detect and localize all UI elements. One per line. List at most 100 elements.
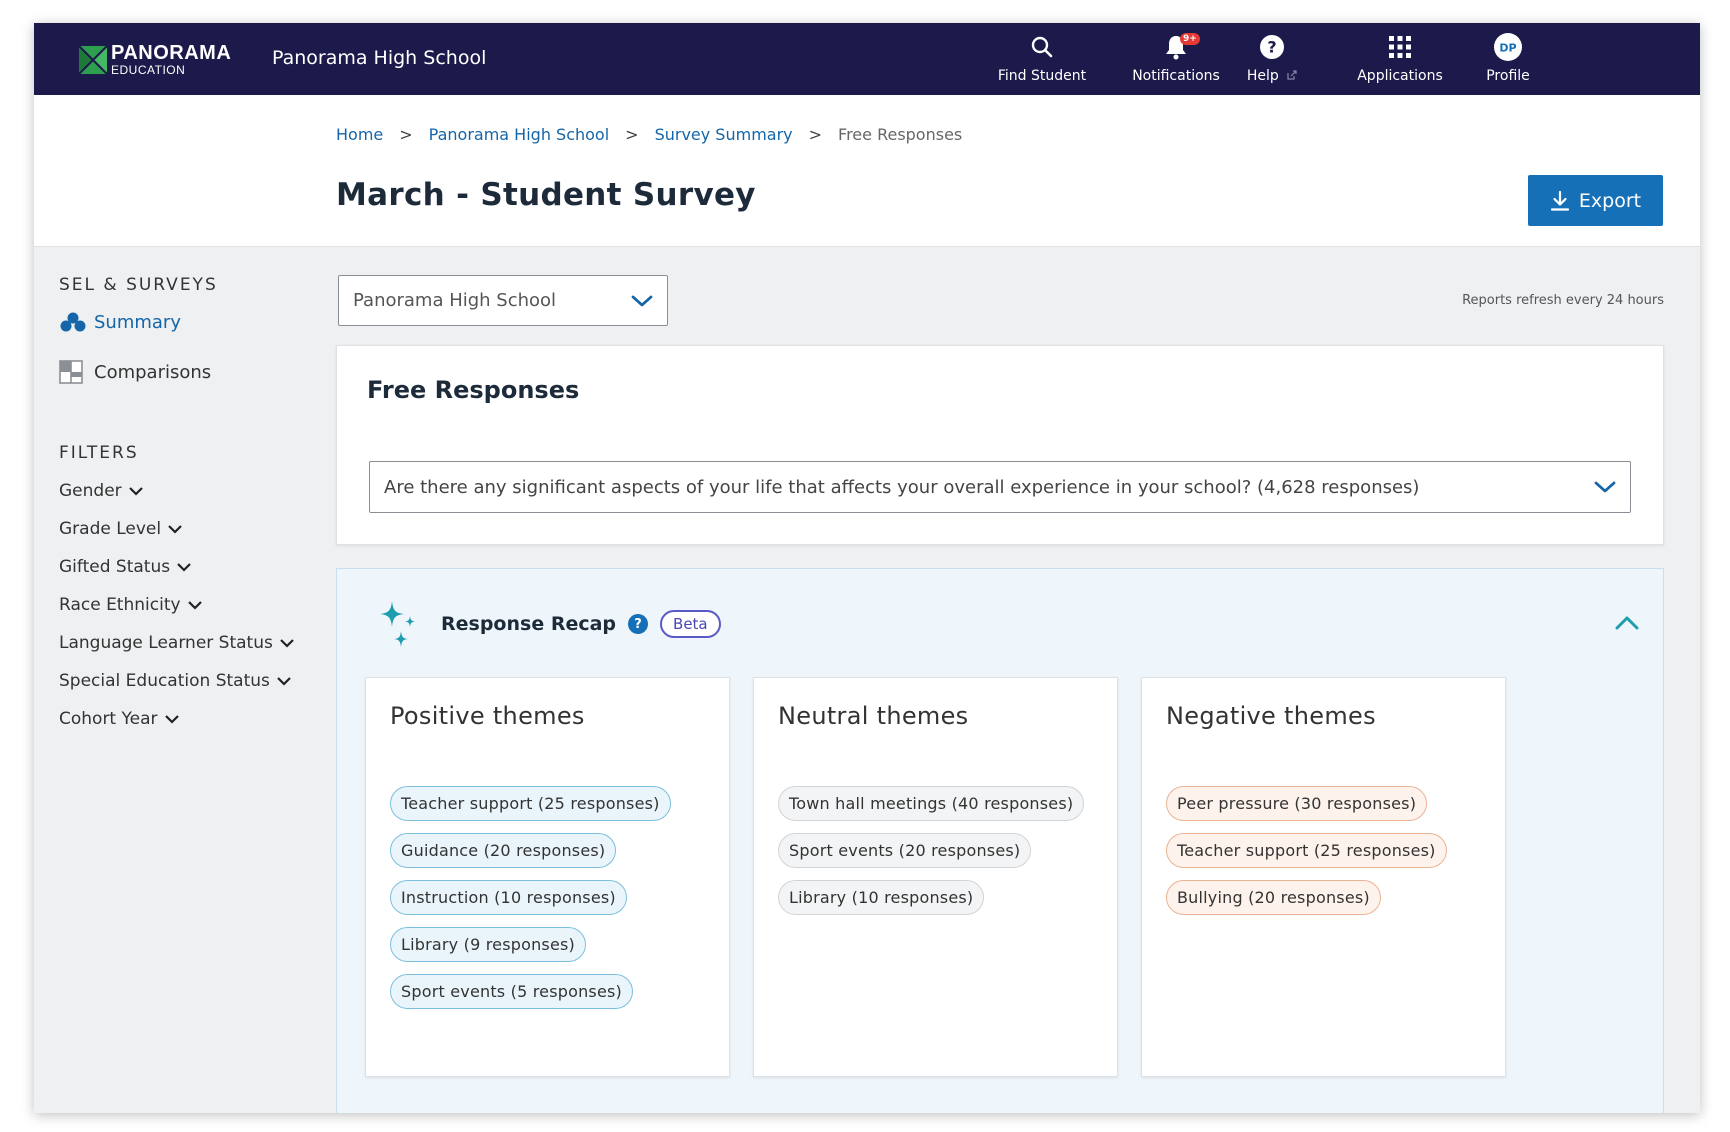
chevron-down-icon [128,487,143,496]
school-select-value: Panorama High School [353,290,557,311]
theme-title: Negative themes [1166,702,1376,730]
nav-label: Help [1212,68,1332,84]
page-title: March - Student Survey [336,177,756,213]
chevron-down-icon [187,601,202,610]
sidebar-section-heading: SEL & SURVEYS [59,275,218,295]
chevron-up-icon[interactable] [1613,613,1641,633]
filter-language-learner-status[interactable]: Language Learner Status [59,633,295,653]
nav-find-student[interactable]: Find Student [982,31,1102,84]
breadcrumb-school[interactable]: Panorama High School [429,125,610,144]
filter-grade-level[interactable]: Grade Level [59,519,183,539]
brand-subtitle: EDUCATION [111,63,186,77]
notification-badge: 9+ [1180,33,1200,45]
help-icon[interactable]: ? [628,614,649,634]
theme-chip-list: Peer pressure (30 responses) Teacher sup… [1166,786,1447,927]
sidebar-item-label: Comparisons [94,361,212,383]
recap-title: Response Recap [441,613,617,635]
chevron-down-icon [1594,481,1616,493]
panorama-logo[interactable]: PANORAMA EDUCATION [78,43,231,76]
filters-heading: FILTERS [59,443,139,463]
chevron-down-icon [631,295,653,306]
nav-label: Profile [1486,68,1530,84]
export-label: Export [1578,189,1642,212]
neutral-themes-card: Neutral themes Town hall meetings (40 re… [753,677,1118,1077]
svg-text:?: ? [1267,38,1276,57]
nav-profile[interactable]: DP Profile [1448,31,1568,84]
theme-chip[interactable]: Sport events (5 responses) [390,974,633,1009]
breadcrumb: Home > Panorama High School > Survey Sum… [336,125,962,144]
chevron-down-icon [280,639,294,648]
filter-race-ethnicity[interactable]: Race Ethnicity [59,595,203,615]
theme-chip[interactable]: Guidance (20 responses) [390,833,617,868]
filter-label: Cohort Year [59,709,158,729]
filter-label: Grade Level [59,519,162,539]
theme-chip[interactable]: Library (10 responses) [778,880,985,915]
theme-chip-list: Town hall meetings (40 responses) Sport … [778,786,1085,927]
avatar: DP [1494,33,1522,61]
export-button[interactable]: Export [1528,175,1663,226]
negative-themes-card: Negative themes Peer pressure (30 respon… [1141,677,1506,1077]
school-select[interactable]: Panorama High School [338,275,668,326]
app-window: PANORAMA EDUCATION Panorama High School … [34,23,1700,1113]
breadcrumb-current: Free Responses [838,125,963,144]
filter-label: Gifted Status [59,557,171,577]
page-header: Home > Panorama High School > Survey Sum… [34,95,1700,247]
refresh-note: Reports refresh every 24 hours [1462,293,1664,308]
filter-gender[interactable]: Gender [59,481,144,501]
theme-chip[interactable]: Sport events (20 responses) [778,833,1032,868]
download-icon [1550,190,1569,211]
avatar-initials: DP [1499,42,1516,55]
nav-label: Find Student [997,68,1087,84]
nav-applications[interactable]: Applications [1340,31,1460,84]
chevron-down-icon [177,563,191,572]
theme-chip[interactable]: Peer pressure (30 responses) [1166,786,1428,821]
summary-icon [60,312,86,332]
filter-gifted-status[interactable]: Gifted Status [59,557,192,577]
question-select-value: Are there any significant aspects of you… [384,476,1420,498]
sidebar-item-label: Summary [94,311,181,333]
help-label: Help [1246,68,1279,84]
nav-help[interactable]: ? Help [1212,31,1332,84]
theme-title: Neutral themes [778,702,969,730]
beta-badge: Beta [660,610,721,638]
theme-chip[interactable]: Teacher support (25 responses) [390,786,671,821]
panorama-logo-icon [78,44,108,75]
sidebar-item-comparisons[interactable]: Comparisons [59,359,211,385]
school-name: Panorama High School [272,47,487,69]
theme-chip[interactable]: Teacher support (25 responses) [1166,833,1447,868]
filter-label: Gender [59,481,122,501]
response-recap-panel: Response Recap ? Beta Positive themes Te… [336,568,1664,1113]
theme-chip[interactable]: Bullying (20 responses) [1166,880,1381,915]
breadcrumb-separator: > [399,125,413,144]
filter-label: Language Learner Status [59,633,273,653]
positive-themes-card: Positive themes Teacher support (25 resp… [365,677,730,1077]
nav-label: Applications [1357,68,1443,84]
top-navigation-bar: PANORAMA EDUCATION Panorama High School … [34,23,1700,95]
chevron-down-icon [164,715,179,724]
search-icon [1031,36,1053,58]
breadcrumb-home[interactable]: Home [336,125,383,144]
sidebar-item-summary[interactable]: Summary [59,309,181,335]
chevron-down-icon [277,677,291,686]
question-select[interactable]: Are there any significant aspects of you… [369,461,1631,513]
theme-chip[interactable]: Town hall meetings (40 responses) [778,786,1085,821]
sparkle-icon [380,601,415,647]
theme-chip[interactable]: Library (9 responses) [390,927,586,962]
chevron-down-icon [168,525,182,534]
theme-title: Positive themes [390,702,585,730]
breadcrumb-survey-summary[interactable]: Survey Summary [655,125,793,144]
filter-label: Race Ethnicity [59,595,181,615]
theme-chip[interactable]: Instruction (10 responses) [390,880,627,915]
filter-cohort-year[interactable]: Cohort Year [59,709,180,729]
theme-chip-list: Teacher support (25 responses) Guidance … [390,786,671,1021]
free-responses-card: Free Responses Are there any significant… [336,345,1664,545]
recap-header: Response Recap ? Beta [377,599,721,649]
external-link-icon [1287,70,1297,80]
filter-special-education-status[interactable]: Special Education Status [59,671,292,691]
comparisons-icon [59,360,83,384]
free-responses-title: Free Responses [367,376,580,404]
help-icon: ? [1260,35,1284,59]
breadcrumb-separator: > [808,125,823,144]
filter-label: Special Education Status [59,671,270,691]
grid-icon [1389,36,1411,58]
